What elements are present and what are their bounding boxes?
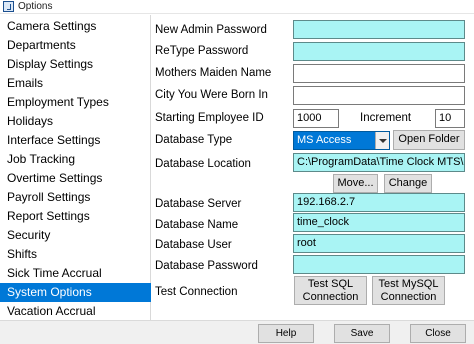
sidebar-item-departments[interactable]: Departments bbox=[0, 36, 151, 55]
sidebar-item-emails[interactable]: Emails bbox=[0, 74, 151, 93]
sidebar-item-interface-settings[interactable]: Interface Settings bbox=[0, 131, 151, 150]
database-location-label: Database Location bbox=[155, 158, 251, 170]
close-button[interactable]: Close bbox=[410, 324, 466, 343]
sidebar-item-report-settings[interactable]: Report Settings bbox=[0, 207, 151, 226]
sidebar-item-security[interactable]: Security bbox=[0, 226, 151, 245]
help-button[interactable]: Help bbox=[258, 324, 314, 343]
database-type-value: MS Access bbox=[297, 134, 352, 146]
chevron-down-icon[interactable] bbox=[375, 132, 389, 149]
sidebar-item-holidays[interactable]: Holidays bbox=[0, 112, 151, 131]
mothers-maiden-name-input[interactable] bbox=[293, 64, 465, 83]
app-icon bbox=[3, 1, 14, 12]
sidebar-item-employment-types[interactable]: Employment Types bbox=[0, 93, 151, 112]
new-admin-password-label: New Admin Password bbox=[155, 24, 267, 36]
sidebar-item-overtime-settings[interactable]: Overtime Settings bbox=[0, 169, 151, 188]
test-connection-label: Test Connection bbox=[155, 286, 238, 298]
options-sidebar: Camera Settings Departments Display Sett… bbox=[0, 15, 151, 320]
test-mysql-line1: Test MySQL bbox=[378, 278, 439, 290]
database-location-input[interactable]: C:\ProgramData\Time Clock MTS\database\ bbox=[293, 153, 465, 172]
open-folder-button[interactable]: Open Folder bbox=[393, 130, 465, 150]
database-type-select[interactable]: MS Access bbox=[293, 131, 390, 150]
sidebar-item-camera-settings[interactable]: Camera Settings bbox=[0, 17, 151, 36]
database-password-input[interactable] bbox=[293, 255, 465, 274]
retype-password-label: ReType Password bbox=[155, 45, 249, 57]
starting-employee-id-label: Starting Employee ID bbox=[155, 112, 264, 124]
database-user-input[interactable]: root bbox=[293, 234, 465, 253]
retype-password-input[interactable] bbox=[293, 42, 465, 61]
database-type-label: Database Type bbox=[155, 134, 233, 146]
test-sql-line2: Connection bbox=[302, 291, 359, 303]
change-button[interactable]: Change bbox=[384, 174, 432, 193]
test-sql-line1: Test SQL bbox=[307, 278, 354, 290]
database-server-label: Database Server bbox=[155, 198, 242, 210]
sidebar-item-job-tracking[interactable]: Job Tracking bbox=[0, 150, 151, 169]
database-name-input[interactable]: time_clock bbox=[293, 213, 465, 232]
new-admin-password-input[interactable] bbox=[293, 20, 465, 39]
test-mysql-connection-button[interactable]: Test MySQL Connection bbox=[372, 276, 445, 305]
city-born-in-input[interactable] bbox=[293, 86, 465, 105]
window-title: Options bbox=[18, 1, 53, 12]
test-mysql-line2: Connection bbox=[380, 291, 437, 303]
starting-employee-id-input[interactable]: 1000 bbox=[293, 109, 339, 128]
sidebar-item-vacation-accrual[interactable]: Vacation Accrual bbox=[0, 302, 151, 321]
city-born-in-label: City You Were Born In bbox=[155, 89, 268, 101]
sidebar-item-payroll-settings[interactable]: Payroll Settings bbox=[0, 188, 151, 207]
sidebar-item-system-options[interactable]: System Options bbox=[0, 283, 151, 302]
mothers-maiden-name-label: Mothers Maiden Name bbox=[155, 67, 272, 79]
move-button[interactable]: Move... bbox=[333, 174, 378, 193]
database-server-input[interactable]: 192.168.2.7 bbox=[293, 193, 465, 212]
sidebar-item-display-settings[interactable]: Display Settings bbox=[0, 55, 151, 74]
test-sql-connection-button[interactable]: Test SQL Connection bbox=[294, 276, 367, 305]
increment-label: Increment bbox=[360, 112, 412, 124]
sidebar-item-shifts[interactable]: Shifts bbox=[0, 245, 151, 264]
sidebar-item-sick-time-accrual[interactable]: Sick Time Accrual bbox=[0, 264, 151, 283]
title-bar: Options bbox=[0, 0, 474, 14]
database-password-label: Database Password bbox=[155, 260, 258, 272]
database-name-label: Database Name bbox=[155, 219, 239, 231]
increment-input[interactable]: 10 bbox=[435, 109, 465, 128]
database-user-label: Database User bbox=[155, 239, 232, 251]
footer-bar: Help Save Close bbox=[0, 320, 474, 344]
save-button[interactable]: Save bbox=[334, 324, 390, 343]
